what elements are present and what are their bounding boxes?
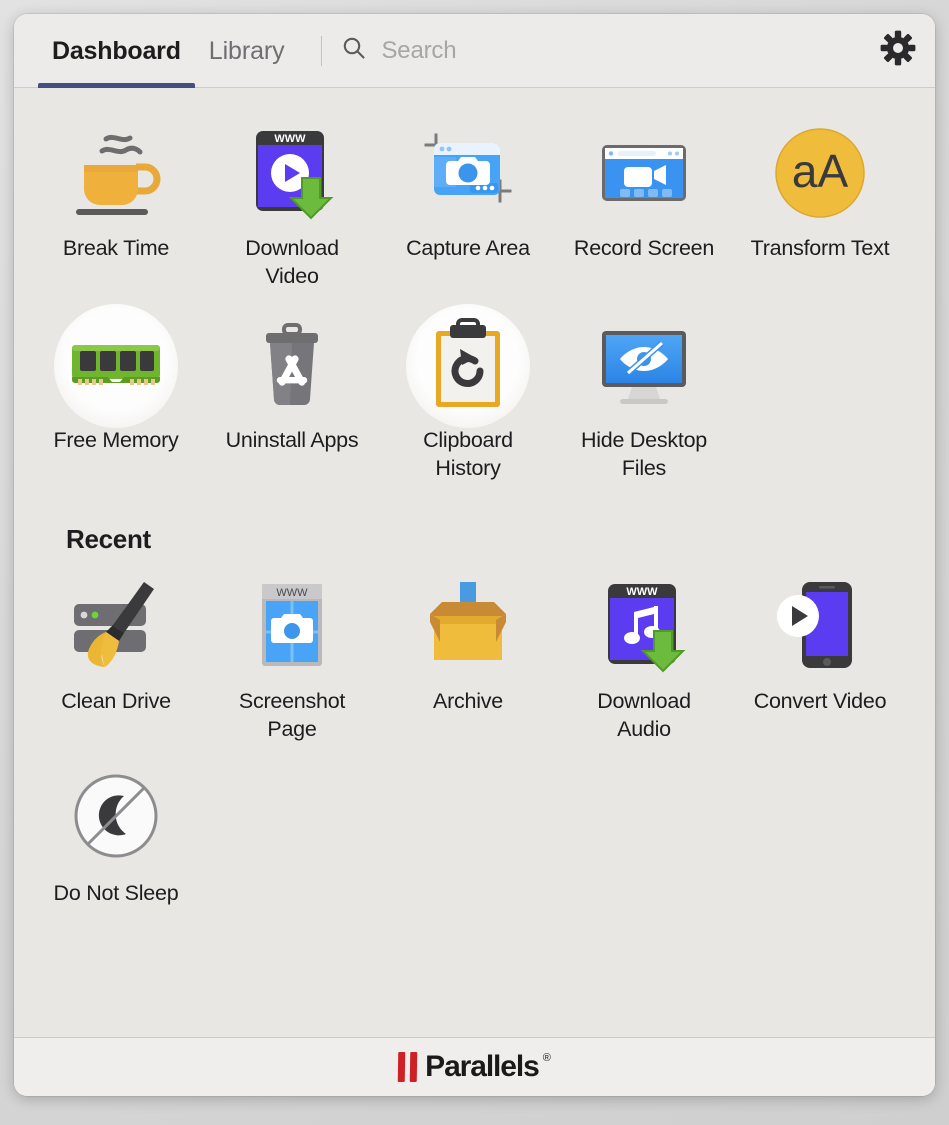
transform-text-icon: aA bbox=[758, 118, 882, 228]
tool-tile-clean-drive[interactable]: Clean Drive bbox=[28, 563, 204, 755]
tool-tile-download-audio[interactable]: WWW Download Audio bbox=[556, 563, 732, 755]
memory-stick-icon bbox=[54, 304, 178, 428]
footer: Parallels ® bbox=[14, 1037, 935, 1096]
capture-area-icon bbox=[406, 118, 530, 228]
svg-text:WWW: WWW bbox=[626, 586, 658, 598]
tool-tile-break-time[interactable]: Break Time bbox=[28, 110, 204, 302]
do-not-sleep-icon bbox=[54, 763, 178, 873]
toolbar: Dashboard Library bbox=[14, 14, 935, 88]
search-icon bbox=[340, 34, 368, 67]
tool-label: Clipboard History bbox=[423, 428, 513, 480]
tab-dashboard-label: Dashboard bbox=[52, 36, 181, 65]
tool-label: Screenshot Page bbox=[238, 689, 346, 741]
tool-tile-screenshot-page[interactable]: WWW Screenshot Page bbox=[204, 563, 380, 755]
coffee-cup-icon bbox=[54, 118, 178, 228]
tool-label: Record Screen bbox=[573, 236, 715, 260]
app-window: Dashboard Library Search Break Time WWW … bbox=[14, 14, 935, 1096]
record-screen-icon bbox=[582, 118, 706, 228]
tool-tile-archive[interactable]: Archive bbox=[380, 563, 556, 755]
tool-label: Transform Text bbox=[750, 236, 890, 260]
download-video-icon: WWW bbox=[230, 118, 354, 228]
tool-label: Archive bbox=[433, 689, 503, 713]
tool-label: Do Not Sleep bbox=[53, 881, 179, 905]
tool-tile-uninstall-apps[interactable]: Uninstall Apps bbox=[204, 302, 380, 494]
tab-library-label: Library bbox=[208, 36, 285, 65]
logo-bar bbox=[397, 1052, 406, 1082]
trash-app-icon bbox=[230, 310, 354, 420]
tool-label: Free Memory bbox=[53, 428, 179, 452]
parallels-logo: Parallels ® bbox=[397, 1050, 551, 1083]
gear-icon bbox=[879, 29, 917, 72]
parallels-bars-icon bbox=[397, 1052, 418, 1082]
screenshot-page-icon: WWW bbox=[230, 571, 354, 681]
tool-grid: Break Time WWW Download Video Capture Ar… bbox=[14, 110, 935, 494]
tool-label: Clean Drive bbox=[61, 689, 171, 713]
clean-drive-icon bbox=[54, 571, 178, 681]
tab-dashboard[interactable]: Dashboard bbox=[38, 14, 195, 88]
convert-video-icon bbox=[758, 571, 882, 681]
tool-label: Capture Area bbox=[406, 236, 530, 260]
brand-name: Parallels bbox=[425, 1050, 540, 1083]
tool-tile-capture-area[interactable]: Capture Area bbox=[380, 110, 556, 302]
clipboard-history-icon bbox=[406, 304, 530, 428]
dashboard-content[interactable]: Break Time WWW Download Video Capture Ar… bbox=[14, 88, 935, 1037]
toolbar-divider bbox=[320, 35, 322, 66]
svg-text:aA: aA bbox=[792, 145, 849, 197]
tool-label: Uninstall Apps bbox=[225, 428, 359, 452]
archive-box-icon bbox=[406, 571, 530, 681]
tool-tile-free-memory[interactable]: Free Memory bbox=[28, 302, 204, 494]
registered-mark: ® bbox=[542, 1052, 551, 1064]
logo-bar bbox=[409, 1052, 418, 1082]
tool-tile-download-video[interactable]: WWW Download Video bbox=[204, 110, 380, 302]
svg-text:WWW: WWW bbox=[276, 587, 308, 599]
tool-label: Download Video bbox=[245, 236, 339, 288]
tool-label: Hide Desktop Files bbox=[580, 428, 708, 480]
tool-label: Convert Video bbox=[753, 689, 887, 713]
search-field[interactable] bbox=[340, 34, 868, 67]
tab-library[interactable]: Library bbox=[195, 14, 299, 88]
tool-tile-convert-video[interactable]: Convert Video bbox=[732, 563, 908, 755]
download-audio-icon: WWW bbox=[582, 571, 706, 681]
hide-desktop-icon bbox=[582, 310, 706, 420]
tool-tile-do-not-sleep[interactable]: Do Not Sleep bbox=[28, 755, 204, 919]
search-input[interactable] bbox=[381, 36, 762, 65]
tool-tile-transform-text[interactable]: aA Transform Text bbox=[732, 110, 908, 302]
tool-label: Download Audio bbox=[597, 689, 691, 741]
svg-text:WWW: WWW bbox=[274, 133, 306, 145]
settings-button[interactable] bbox=[867, 14, 929, 88]
tool-tile-hide-desktop-files[interactable]: Hide Desktop Files bbox=[556, 302, 732, 494]
recent-section-title: Recent bbox=[66, 524, 151, 554]
recent-tool-grid: Clean Drive WWW Screenshot Page Archive … bbox=[14, 563, 935, 919]
tool-tile-record-screen[interactable]: Record Screen bbox=[556, 110, 732, 302]
tool-tile-clipboard-history[interactable]: Clipboard History bbox=[380, 302, 556, 494]
tool-label: Break Time bbox=[62, 236, 170, 260]
